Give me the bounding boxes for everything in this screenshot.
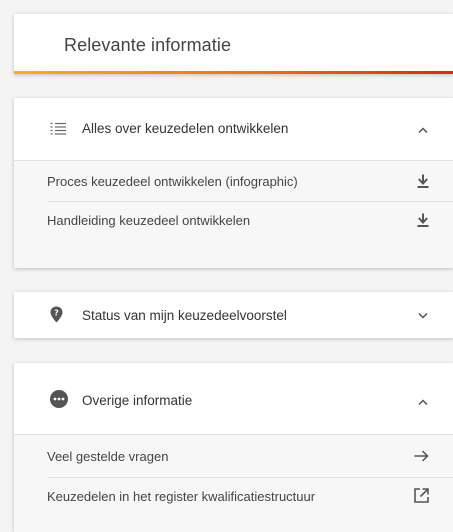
accordion-label: Overige informatie [82, 393, 193, 408]
list-item-register[interactable]: Keuzedelen in het register kwalificaties… [14, 478, 453, 516]
accordion-overige-informatie: Overige informatie Veel gestelde vragen … [14, 363, 453, 532]
accordion-header-overige-informatie[interactable]: Overige informatie [14, 363, 453, 434]
accordion-label: Status van mijn keuzedeelvoorstel [82, 308, 287, 323]
list-item-infographic[interactable]: Proces keuzedeel ontwikkelen (infographi… [14, 163, 453, 201]
accent-gradient-bar [14, 71, 453, 74]
accordion-body: Veel gestelde vragen Keuzedelen in het r… [14, 434, 453, 532]
download-icon[interactable] [417, 174, 429, 188]
accordion-header-keuzedelen-ontwikkelen[interactable]: Alles over keuzedelen ontwikkelen [14, 98, 453, 160]
accordion-body: Proces keuzedeel ontwikkelen (infographi… [14, 160, 453, 268]
accordion-keuzedelen-ontwikkelen: Alles over keuzedelen ontwikkelen Proces… [14, 98, 453, 268]
map-pin-question-icon: ? [50, 306, 63, 323]
list-item-label: Veel gestelde vragen [47, 449, 169, 464]
chevron-up-icon[interactable] [417, 126, 429, 134]
chevron-down-icon[interactable] [417, 312, 429, 320]
list-item-handleiding[interactable]: Handleiding keuzedeel ontwikkelen [14, 202, 453, 240]
svg-text:?: ? [54, 309, 59, 318]
accordion-label: Alles over keuzedelen ontwikkelen [82, 121, 289, 136]
list-item-faq[interactable]: Veel gestelde vragen [14, 438, 453, 476]
external-link-icon[interactable] [414, 488, 429, 503]
arrow-right-icon[interactable] [414, 450, 429, 462]
list-item-label: Handleiding keuzedeel ontwikkelen [47, 213, 251, 228]
chevron-up-icon[interactable] [417, 398, 429, 406]
accordion-header-status-voorstel[interactable]: ? Status van mijn keuzedeelvoorstel [14, 292, 453, 338]
list-item-label: Proces keuzedeel ontwikkelen (infographi… [47, 174, 298, 189]
info-header-card: Relevante informatie [14, 14, 453, 74]
more-circle-icon [50, 390, 68, 408]
page-title: Relevante informatie [64, 35, 232, 55]
list-icon [50, 122, 66, 136]
list-item-label: Keuzedelen in het register kwalificaties… [47, 489, 316, 504]
download-icon[interactable] [417, 213, 429, 227]
accordion-status-voorstel: ? Status van mijn keuzedeelvoorstel [14, 292, 453, 338]
